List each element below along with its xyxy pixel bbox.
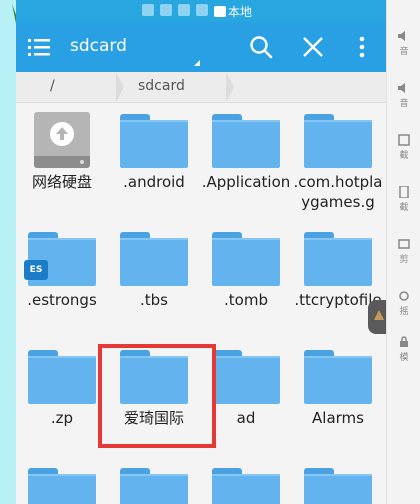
- folder-icon: [304, 350, 372, 404]
- breadcrumb-separator: [116, 72, 124, 102]
- cloud-upload-icon: [50, 122, 74, 146]
- file-item-netdisk[interactable]: 网络硬盘: [16, 112, 108, 192]
- es-app-badge-icon: ES: [24, 260, 48, 280]
- file-item-folder[interactable]: .tomb: [200, 232, 292, 310]
- file-item-folder[interactable]: .android: [108, 114, 200, 192]
- folder-icon: [212, 468, 280, 504]
- folder-icon: [28, 468, 96, 504]
- folder-icon: [212, 114, 280, 168]
- file-item-folder[interactable]: .com.hotplaygames.g: [292, 114, 384, 212]
- joystick-icon: [399, 291, 409, 301]
- gamepad-icon: [374, 310, 384, 320]
- folder-icon: ES: [24, 232, 96, 286]
- clip-icon: [398, 239, 410, 249]
- speaker-icon: [398, 83, 405, 93]
- file-item-folder[interactable]: .ttcryptofile: [292, 232, 384, 310]
- side-item-volume-up[interactable]: 音: [387, 30, 420, 57]
- file-name: ad: [236, 409, 256, 427]
- file-name: .zp: [50, 409, 74, 427]
- status-local: 本地: [214, 3, 252, 20]
- file-manager-screen: 本地 sdcard / sdcard 网络硬盘 .android .Applic…: [16, 0, 386, 504]
- file-item-netdisk-partial[interactable]: [16, 468, 108, 504]
- close-icon[interactable]: [300, 34, 326, 60]
- side-item-screenshot-long[interactable]: 截: [387, 186, 420, 213]
- folder-icon: [120, 468, 188, 504]
- file-name: .android: [123, 173, 185, 191]
- file-item-folder[interactable]: Alarms: [292, 350, 384, 428]
- file-item-folder[interactable]: .tbs: [108, 232, 200, 310]
- folder-icon: [120, 350, 188, 404]
- speaker-icon: [398, 31, 405, 41]
- file-name: .Application: [201, 173, 291, 191]
- search-icon[interactable]: [248, 34, 274, 60]
- breadcrumb-separator: [226, 72, 234, 102]
- file-item-folder-partial[interactable]: [200, 468, 292, 504]
- folder-icon: [304, 114, 372, 168]
- side-item-screenshot[interactable]: 截: [387, 134, 420, 161]
- side-panel: 音 音 截 截 剪 摇 模: [386, 0, 420, 504]
- more-options-icon[interactable]: [352, 34, 372, 60]
- page-title[interactable]: sdcard: [70, 36, 127, 56]
- floating-assistant-bubble[interactable]: [368, 300, 386, 334]
- side-item-clip[interactable]: 剪: [387, 238, 420, 265]
- side-item-mode[interactable]: 模: [387, 336, 420, 363]
- lock-icon: [400, 336, 408, 347]
- background-left: [0, 0, 16, 504]
- chat-icon: [214, 6, 226, 17]
- screenshot-icon: [398, 134, 410, 146]
- file-name: .com.hotplaygames.g: [293, 173, 383, 211]
- folder-icon: [212, 232, 280, 286]
- network-disk-icon: [34, 112, 90, 168]
- folder-icon: [120, 114, 188, 168]
- file-name: .tbs: [140, 291, 168, 309]
- folder-icon: [304, 468, 372, 504]
- folder-icon: [212, 350, 280, 404]
- breadcrumb: / sdcard: [16, 72, 386, 103]
- file-item-folder[interactable]: .zp: [16, 350, 108, 428]
- status-bar: 本地: [16, 0, 386, 22]
- app-bar: sdcard: [16, 22, 386, 72]
- folder-icon: [28, 350, 96, 404]
- breadcrumb-root[interactable]: /: [50, 78, 55, 94]
- folder-icon: [120, 232, 188, 286]
- folder-icon: [304, 232, 372, 286]
- menu-icon[interactable]: [28, 36, 52, 58]
- file-item-folder-partial[interactable]: [292, 468, 384, 504]
- message-icon: [178, 4, 190, 16]
- file-item-folder-partial[interactable]: [108, 468, 200, 504]
- file-name: .estrongs: [27, 291, 97, 309]
- home-icon: [142, 4, 154, 16]
- dropdown-indicator-icon: [194, 60, 200, 66]
- file-name: .tomb: [224, 291, 268, 309]
- video-icon: [196, 4, 208, 16]
- file-item-folder[interactable]: ad: [200, 350, 292, 428]
- file-name: 网络硬盘: [31, 173, 92, 191]
- file-item-folder[interactable]: .Application: [200, 114, 292, 192]
- file-name: 爱琦国际: [123, 409, 184, 427]
- message-icon: [160, 4, 172, 16]
- side-item-shake[interactable]: 摇: [387, 290, 420, 317]
- side-item-volume-down[interactable]: 音: [387, 82, 420, 109]
- file-item-folder[interactable]: ES .estrongs: [16, 232, 108, 310]
- breadcrumb-current[interactable]: sdcard: [138, 78, 185, 94]
- file-item-folder-highlighted[interactable]: 爱琦国际: [108, 350, 200, 428]
- screenshot-icon: [399, 186, 409, 198]
- file-name: Alarms: [312, 409, 364, 427]
